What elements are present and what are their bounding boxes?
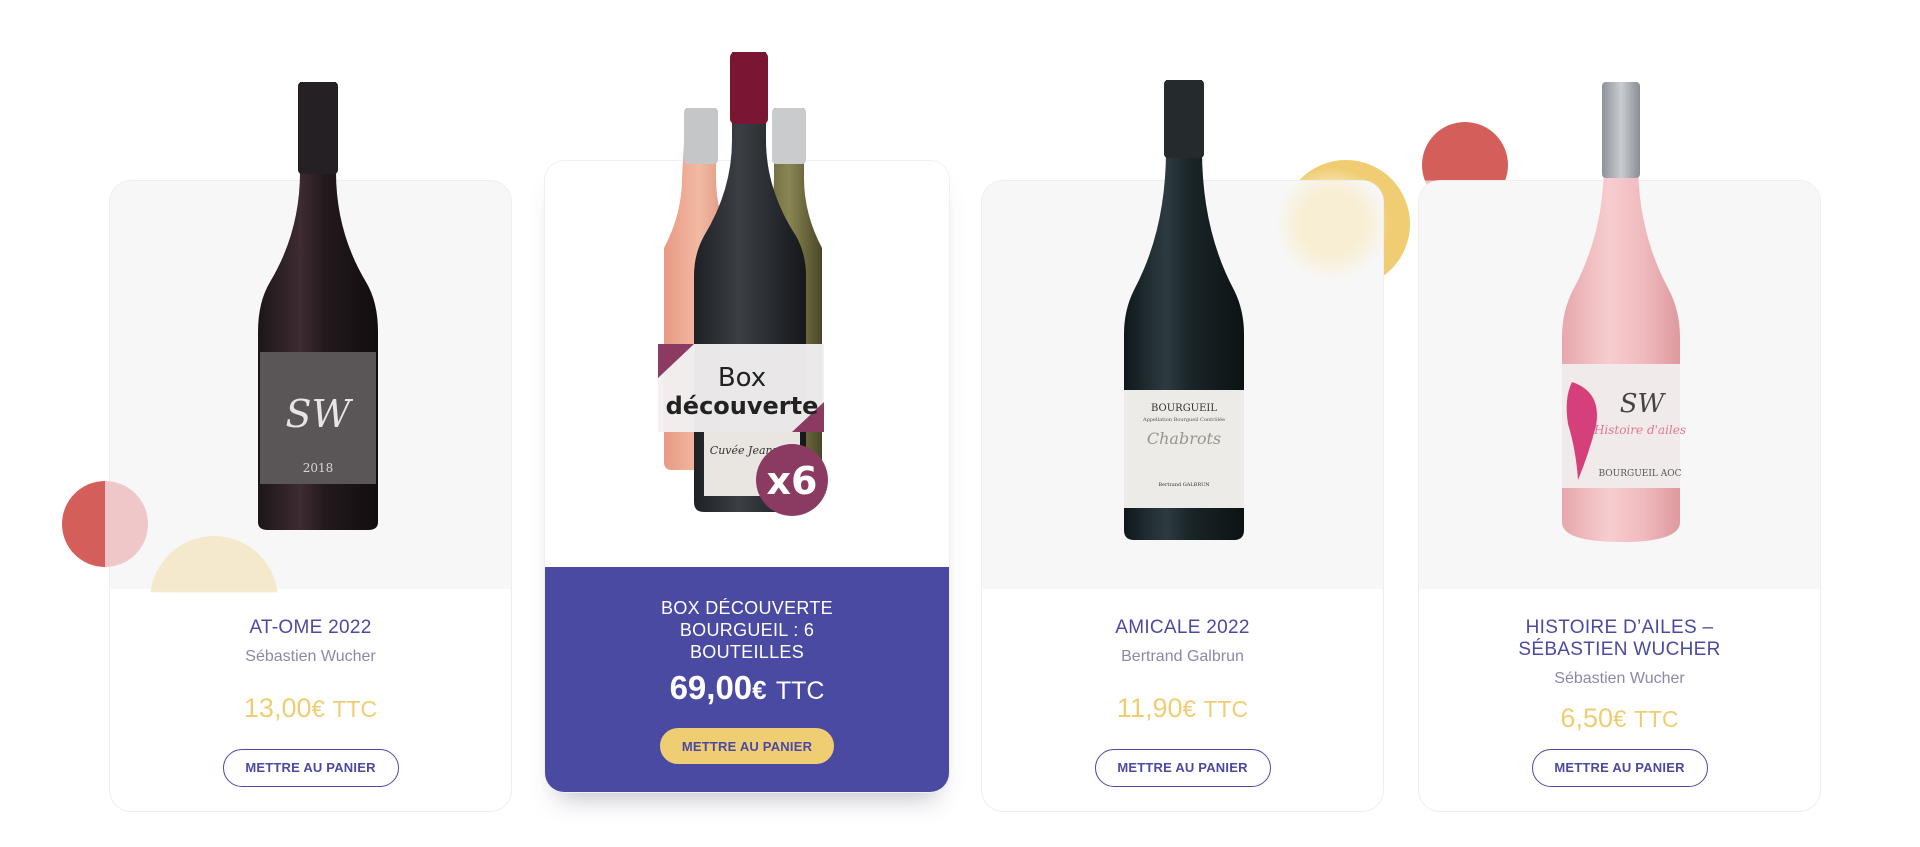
price-currency: € (1182, 696, 1196, 723)
price-value: 11,90 (1116, 693, 1183, 723)
decor-circle-yellow-fade (1276, 168, 1388, 280)
add-to-cart-button[interactable]: METTRE AU PANIER (1531, 749, 1708, 787)
product-price: 69,00€ TTC (545, 669, 949, 710)
product-name[interactable]: BOX DÉCOUVERTE BOURGUEIL : 6 BOUTEILLES (545, 597, 949, 663)
product-price: 11,90€ TTC (982, 693, 1383, 725)
box-bottles-image: Cuvée Jeanne Box découverte x6 (658, 52, 828, 516)
label-monogram: SW (1620, 389, 1667, 419)
price-tax: TTC (332, 696, 378, 722)
product-name[interactable]: AT-OME 2022 (110, 617, 511, 639)
add-to-cart-button[interactable]: METTRE AU PANIER (1094, 749, 1271, 787)
label-bottler: Bertrand GALBRUN (1158, 482, 1210, 488)
price-tax: TTC (1203, 696, 1249, 722)
wine-bottle-image: SW 2018 (258, 82, 378, 530)
add-to-cart-button[interactable]: METTRE AU PANIER (660, 728, 834, 764)
label-script: Histoire d'ailes (1593, 423, 1686, 437)
label-appellation: BOURGUEIL (1151, 403, 1217, 414)
product-producer: Bertrand Galbrun (1121, 648, 1244, 665)
product-name[interactable]: HISTOIRE D’AILES – SÉBASTIEN WUCHER (1419, 617, 1820, 661)
product-info: HISTOIRE D’AILES – SÉBASTIEN WUCHER Séba… (1419, 589, 1820, 811)
label-appellation-sub: Appellation Bourgueil Contrôlée (1142, 416, 1225, 423)
product-price: 13,00€ TTC (110, 693, 511, 725)
decor-circle-red-left (62, 481, 148, 567)
wine-bottle-image: SW Histoire d'ailes BOURGUEIL AOC (1562, 82, 1686, 542)
quantity-badge: x6 (767, 459, 818, 503)
price-currency: € (311, 696, 325, 723)
product-info: AMICALE 2022 Bertrand Galbrun 11,90€ TTC… (982, 589, 1383, 811)
product-producer: Sébastien Wucher (1554, 670, 1685, 687)
price-tax: TTC (775, 677, 825, 705)
price-value: 69,00 (669, 669, 753, 706)
label-cuvee: Chabrots (1147, 429, 1221, 448)
product-producer: Sébastien Wucher (245, 648, 376, 665)
price-currency: € (752, 675, 767, 705)
label-appellation: BOURGUEIL AOC (1598, 469, 1681, 479)
label-monogram: SW (285, 392, 353, 436)
label-year: 2018 (303, 461, 334, 475)
product-price: 6,50€ TTC (1419, 703, 1820, 735)
box-label-line1: Box (718, 363, 766, 393)
price-value: 6,50 (1560, 703, 1613, 733)
add-to-cart-button[interactable]: METTRE AU PANIER (222, 749, 399, 787)
product-carousel: AT-OME 2022 Sébastien Wucher 13,00€ TTC … (0, 0, 1920, 847)
product-name-line: BOUTEILLES (689, 642, 805, 662)
product-name-line: BOX DÉCOUVERTE (661, 598, 833, 618)
price-currency: € (1612, 706, 1627, 733)
product-info: AT-OME 2022 Sébastien Wucher 13,00€ TTC … (110, 589, 511, 811)
product-name[interactable]: AMICALE 2022 (982, 617, 1383, 639)
price-value: 13,00 (243, 693, 312, 723)
product-info: BOX DÉCOUVERTE BOURGUEIL : 6 BOUTEILLES … (545, 567, 949, 792)
box-label-line2: découverte (666, 392, 819, 420)
product-name-line: SÉBASTIEN WUCHER (1518, 639, 1721, 660)
product-name-line: BOURGUEIL : 6 (679, 620, 815, 640)
wine-bottle-image: BOURGUEIL Appellation Bourgueil Contrôlé… (1124, 80, 1244, 540)
product-name-line: HISTOIRE D’AILES – (1525, 617, 1714, 638)
price-tax: TTC (1633, 706, 1679, 732)
